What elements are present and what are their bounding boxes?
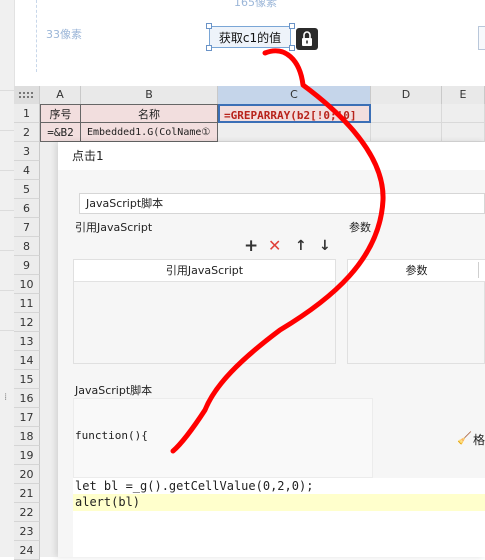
annotation-arrow <box>170 48 386 454</box>
